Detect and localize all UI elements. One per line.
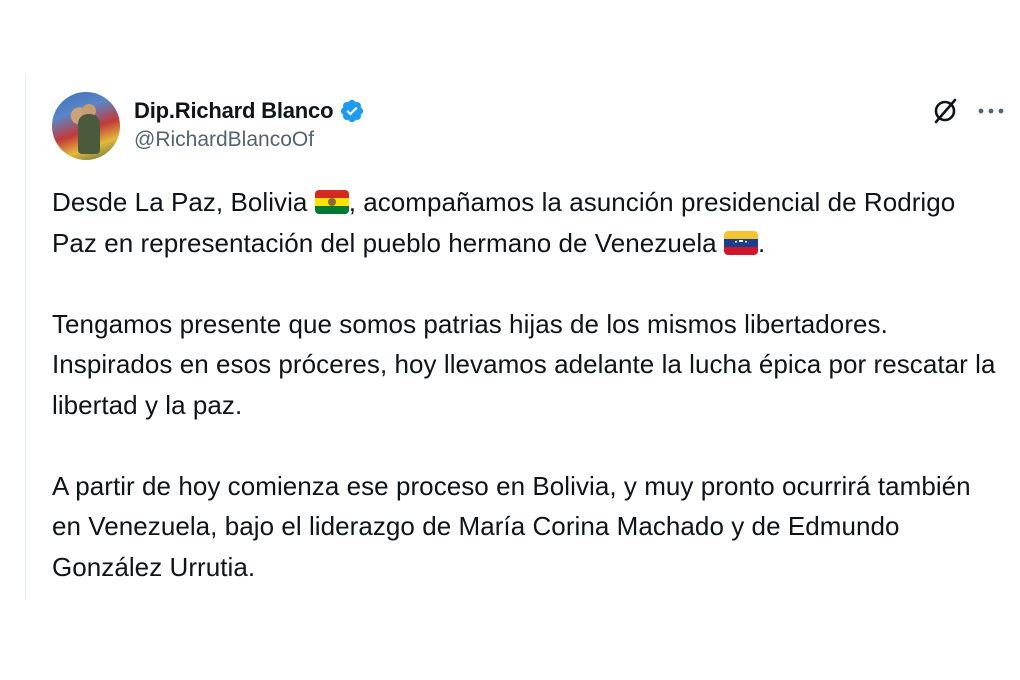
tweet-paragraph-1: Desde La Paz, Bolivia , acompañamos la a… <box>52 182 1002 263</box>
verified-badge-icon[interactable] <box>339 98 365 124</box>
author-handle[interactable]: @RichardBlancoOf <box>134 128 365 152</box>
author-names: Dip.Richard Blanco @RichardBlancoOf <box>134 96 365 152</box>
display-name[interactable]: Dip.Richard Blanco <box>134 98 334 124</box>
paragraph-1-part-3: . <box>757 227 766 258</box>
display-name-row: Dip.Richard Blanco <box>134 96 365 126</box>
tweet-header: Dip.Richard Blanco @RichardBlancoOf <box>52 92 1012 162</box>
avatar-figure <box>78 114 100 154</box>
avatar[interactable] <box>52 92 120 160</box>
tweet-paragraph-3: A partir de hoy comienza ese proceso en … <box>52 470 971 582</box>
tweet-card: Dip.Richard Blanco @RichardBlancoOf Desd… <box>52 92 1012 582</box>
thread-divider <box>25 74 26 600</box>
more-horizontal-icon[interactable] <box>974 96 1008 126</box>
tweet-text: Desde La Paz, Bolivia , acompañamos la a… <box>52 182 1002 628</box>
grok-icon[interactable] <box>930 96 960 126</box>
venezuela-flag-icon <box>723 230 758 255</box>
paragraph-1-part-1: Desde La Paz, Bolivia <box>52 187 315 217</box>
tweet-paragraph-2: Tengamos presente que somos patrias hija… <box>52 308 996 420</box>
bolivia-flag-icon <box>314 190 349 214</box>
